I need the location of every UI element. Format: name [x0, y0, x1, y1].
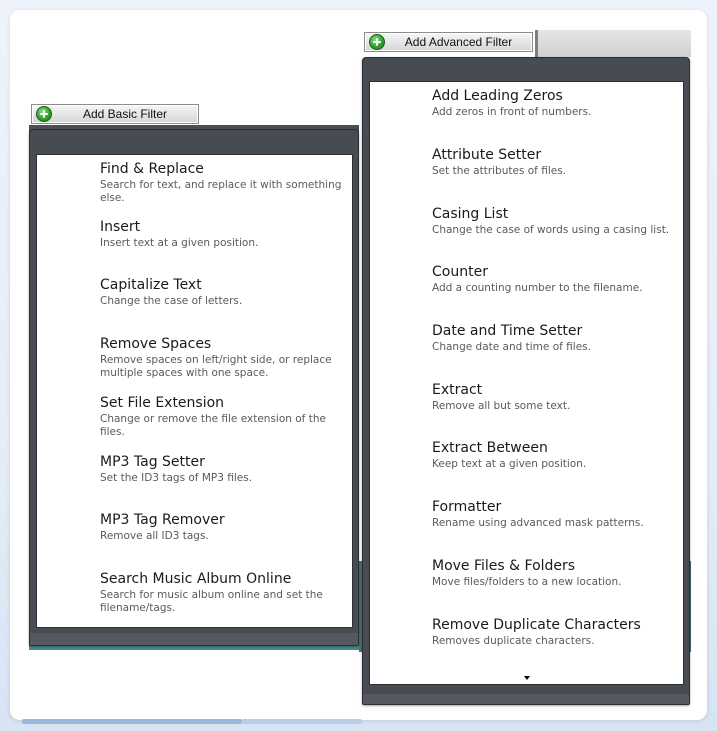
basic-filter-item-mp3-tag-setter[interactable]: MP3 Tag Setter Set the ID3 tags of MP3 f… [37, 454, 352, 485]
basic-filter-item-set-file-extension[interactable]: Set File Extension Change or remove the … [37, 395, 352, 439]
item-title: Add Leading Zeros [432, 88, 563, 104]
add-basic-filter-label: Add Basic Filter [82, 107, 168, 121]
item-description: Change or remove the file extension of t… [100, 413, 326, 438]
item-description: Move files/folders to a new location. [432, 576, 622, 588]
item-title: Date and Time Setter [432, 323, 583, 339]
plus-circle-icon [36, 106, 52, 122]
advanced-filter-item-extract-between[interactable]: Extract Between Keep text at a given pos… [370, 440, 683, 471]
basic-filter-menu: Find & Replace Search for text, and repl… [29, 129, 359, 646]
basic-filter-menu-footer [30, 633, 358, 645]
basic-filter-list: Find & Replace Search for text, and repl… [36, 154, 353, 628]
item-description: Keep text at a given position. [432, 458, 587, 470]
item-description: Search for text, and replace it with som… [100, 179, 342, 204]
advanced-filter-item-counter[interactable]: Counter Add a counting number to the fil… [370, 264, 683, 295]
add-advanced-filter-button[interactable]: Add Advanced Filter [364, 32, 533, 52]
advanced-filter-menu-footer [363, 694, 689, 704]
item-description: Set the ID3 tags of MP3 files. [100, 472, 253, 484]
advanced-filter-item-add-leading-zeros[interactable]: Add Leading Zeros Add zeros in front of … [370, 88, 683, 119]
advanced-filter-list: Add Leading Zeros Add zeros in front of … [369, 81, 684, 685]
chevron-down-icon[interactable] [524, 676, 530, 680]
item-title: Search Music Album Online [100, 571, 292, 587]
item-title: Counter [432, 264, 488, 280]
taskbar-accent-secondary [242, 719, 362, 724]
item-title: Move Files & Folders [432, 558, 576, 574]
basic-filter-item-search-music-album-online[interactable]: Search Music Album Online Search for mus… [37, 571, 352, 615]
item-description: Add a counting number to the filename. [432, 282, 643, 294]
item-title: MP3 Tag Setter [100, 454, 205, 470]
item-title: Extract Between [432, 440, 548, 456]
item-description: Change date and time of files. [432, 341, 591, 353]
item-title: Remove Spaces [100, 336, 212, 352]
advanced-filter-item-date-time-setter[interactable]: Date and Time Setter Change date and tim… [370, 323, 683, 354]
item-description: Search for music album online and set th… [100, 589, 323, 614]
item-description: Change the case of letters. [100, 295, 243, 307]
item-title: Find & Replace [100, 161, 204, 177]
item-description: Change the case of words using a casing … [432, 224, 670, 236]
item-title: Casing List [432, 206, 509, 222]
plus-circle-icon [369, 34, 385, 50]
basic-filter-item-capitalize-text[interactable]: Capitalize Text Change the case of lette… [37, 277, 352, 308]
item-description: Remove all ID3 tags. [100, 530, 209, 542]
item-description: Remove all but some text. [432, 400, 571, 412]
basic-filter-item-mp3-tag-remover[interactable]: MP3 Tag Remover Remove all ID3 tags. [37, 512, 352, 543]
taskbar-accent [22, 719, 242, 724]
item-title: Extract [432, 382, 483, 398]
add-advanced-filter-label: Add Advanced Filter [404, 35, 513, 49]
item-title: Insert [100, 219, 141, 235]
advanced-filter-item-remove-duplicate-characters[interactable]: Remove Duplicate Characters Removes dupl… [370, 617, 683, 648]
advanced-filter-item-casing-list[interactable]: Casing List Change the case of words usi… [370, 206, 683, 237]
item-title: Attribute Setter [432, 147, 542, 163]
item-title: Formatter [432, 499, 502, 515]
advanced-filter-menu: Add Leading Zeros Add zeros in front of … [362, 57, 690, 705]
basic-filter-item-insert[interactable]: Insert Insert text at a given position. [37, 219, 352, 250]
toolbar-strip [535, 30, 691, 57]
item-description: Removes duplicate characters. [432, 635, 595, 647]
item-title: Remove Duplicate Characters [432, 617, 641, 633]
advanced-filter-item-formatter[interactable]: Formatter Rename using advanced mask pat… [370, 499, 683, 530]
item-description: Rename using advanced mask patterns. [432, 517, 644, 529]
item-description: Insert text at a given position. [100, 237, 259, 249]
item-description: Add zeros in front of numbers. [432, 106, 592, 118]
basic-filter-item-remove-spaces[interactable]: Remove Spaces Remove spaces on left/righ… [37, 336, 352, 380]
advanced-filter-item-attribute-setter[interactable]: Attribute Setter Set the attributes of f… [370, 147, 683, 178]
item-description: Remove spaces on left/right side, or rep… [100, 354, 332, 379]
advanced-filter-item-move-files-folders[interactable]: Move Files & Folders Move files/folders … [370, 558, 683, 589]
item-title: Capitalize Text [100, 277, 202, 293]
add-basic-filter-button[interactable]: Add Basic Filter [31, 104, 199, 124]
item-title: MP3 Tag Remover [100, 512, 225, 528]
basic-filter-item-find-replace[interactable]: Find & Replace Search for text, and repl… [37, 161, 352, 205]
item-description: Set the attributes of files. [432, 165, 567, 177]
item-title: Set File Extension [100, 395, 225, 411]
advanced-filter-item-extract[interactable]: Extract Remove all but some text. [370, 382, 683, 413]
